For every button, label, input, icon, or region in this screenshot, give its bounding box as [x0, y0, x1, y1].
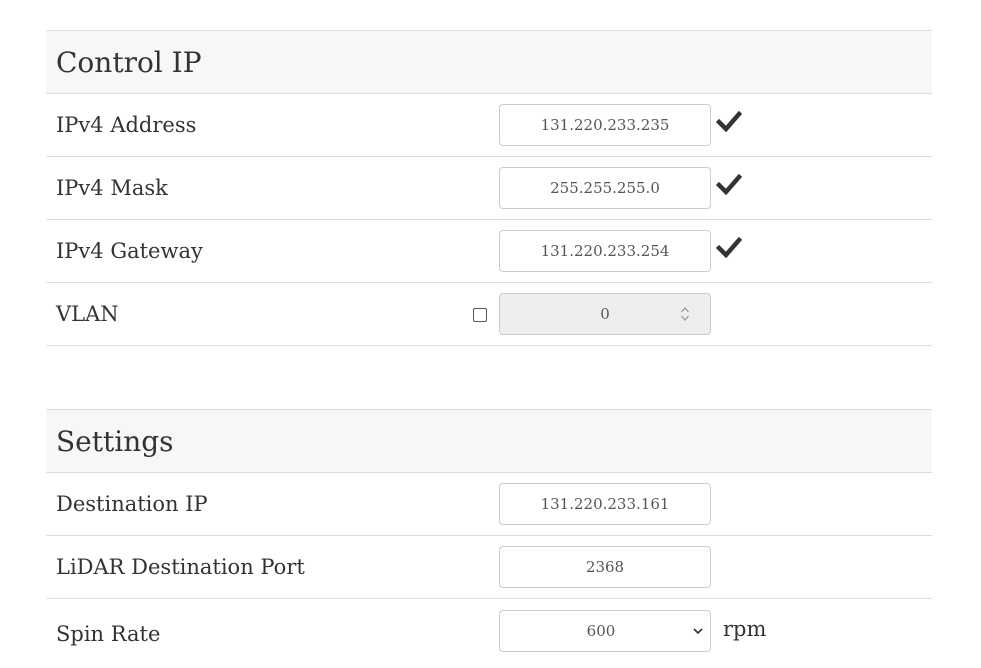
ipv4-mask-row: IPv4 Mask	[46, 157, 932, 220]
vlan-label: VLAN	[56, 302, 119, 326]
ipv4-mask-label: IPv4 Mask	[56, 176, 168, 200]
lidar-port-input[interactable]	[499, 546, 711, 588]
checkmark-icon	[716, 110, 742, 133]
ipv4-address-label: IPv4 Address	[56, 113, 197, 137]
ipv4-gateway-label: IPv4 Gateway	[56, 239, 203, 263]
network-config-page: Control IP IPv4 Address IPv4 Mask IPv4 G…	[46, 30, 932, 665]
checkmark-icon	[716, 173, 742, 196]
ipv4-gateway-input[interactable]	[499, 230, 711, 272]
spin-rate-select[interactable]: 600	[499, 610, 711, 652]
control-ip-title: Control IP	[56, 45, 202, 79]
ipv4-address-input[interactable]	[499, 104, 711, 146]
destination-ip-label: Destination IP	[56, 492, 208, 516]
vlan-number-input[interactable]: 0	[499, 293, 711, 335]
control-ip-header: Control IP	[46, 30, 932, 94]
destination-ip-input[interactable]	[499, 483, 711, 525]
ipv4-mask-input[interactable]	[499, 167, 711, 209]
vlan-value: 0	[600, 305, 610, 323]
lidar-port-row: LiDAR Destination Port	[46, 536, 932, 599]
ipv4-gateway-row: IPv4 Gateway	[46, 220, 932, 283]
lidar-port-label: LiDAR Destination Port	[56, 555, 305, 579]
spin-rate-row: Spin Rate 600 rpm	[46, 599, 932, 665]
vlan-row: VLAN 0	[46, 283, 932, 346]
spin-rate-unit: rpm	[723, 617, 767, 641]
settings-title: Settings	[56, 424, 174, 458]
vlan-enable-checkbox[interactable]	[473, 308, 487, 322]
chevron-down-icon	[693, 628, 703, 635]
ipv4-address-row: IPv4 Address	[46, 94, 932, 157]
settings-header: Settings	[46, 409, 932, 473]
spin-rate-label: Spin Rate	[56, 622, 161, 646]
number-spinner-icon[interactable]	[680, 305, 690, 323]
spin-rate-value: 600	[586, 622, 616, 640]
destination-ip-row: Destination IP	[46, 473, 932, 536]
checkmark-icon	[716, 236, 742, 259]
